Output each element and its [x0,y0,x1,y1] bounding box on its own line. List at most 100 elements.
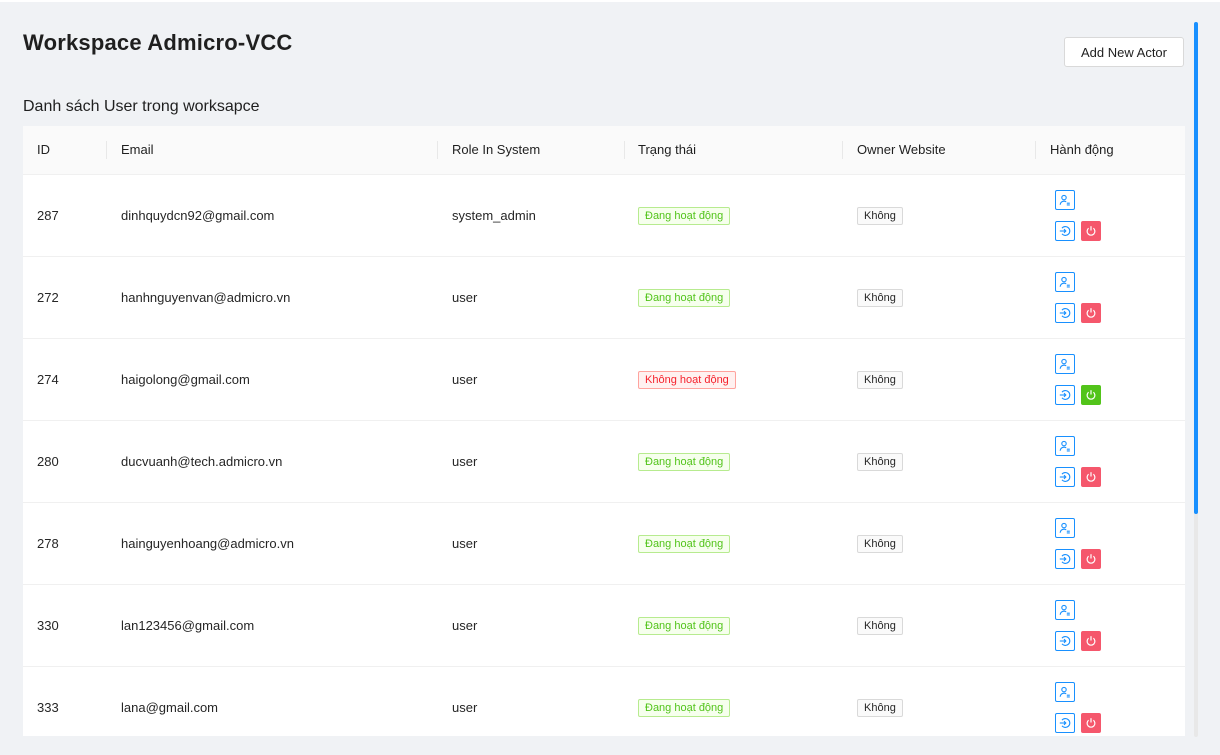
column-divider [842,141,843,159]
column-divider [106,141,107,159]
login-icon [1059,471,1071,483]
row-owner-cell: Không [857,585,903,666]
add-new-actor-button[interactable]: Add New Actor [1064,37,1184,67]
login-as-user-button[interactable] [1055,549,1075,569]
row-email: hanhnguyenvan@admicro.vn [121,290,291,305]
user-edit-icon [1059,522,1071,534]
owner-website-badge: Không [857,698,903,717]
row-id: 333 [37,700,59,715]
login-as-user-button[interactable] [1055,467,1075,487]
login-icon [1059,553,1071,565]
row-role: system_admin [452,208,536,223]
table-row: 278 hainguyenhoang@admicro.vn user Đang hoạ… [23,503,1185,585]
row-email: hainguyenhoang@admicro.vn [121,536,294,551]
row-owner-cell: Không [857,667,903,736]
users-table: ID Email Role In System Trạng thái Owner… [23,126,1185,736]
toggle-user-power-button[interactable] [1081,385,1101,405]
row-owner-cell: Không [857,421,903,502]
power-icon [1085,471,1097,483]
row-actions [1055,257,1115,338]
row-id: 330 [37,618,59,633]
row-owner-cell: Không [857,257,903,338]
login-as-user-button[interactable] [1055,303,1075,323]
status-badge: Đang hoạt động [638,698,731,717]
row-role: user [452,372,478,387]
login-icon [1059,225,1071,237]
page-title: Workspace Admicro-VCC [23,30,293,55]
power-icon [1085,307,1097,319]
toggle-user-power-button[interactable] [1081,713,1101,733]
edit-user-button[interactable] [1055,682,1075,702]
top-border [0,0,1220,2]
login-as-user-button[interactable] [1055,221,1075,241]
row-email: dinhquydcn92@gmail.com [121,208,275,223]
user-edit-icon [1059,276,1071,288]
edit-user-button[interactable] [1055,518,1075,538]
column-header-role: Role In System [452,142,541,157]
row-status-cell: Không hoạt động [638,339,736,420]
table-row: 333 lana@gmail.com user Đang hoạt động Không [23,667,1185,736]
column-divider [1035,141,1036,159]
power-icon [1085,389,1097,401]
row-role: user [452,536,478,551]
table-header: ID Email Role In System Trạng thái Owner… [23,126,1185,175]
login-icon [1059,635,1071,647]
owner-website-badge: Không [857,370,903,389]
toggle-user-power-button[interactable] [1081,549,1101,569]
owner-website-badge: Không [857,288,903,307]
user-edit-icon [1059,440,1071,452]
power-icon [1085,225,1097,237]
row-email: haigolong@gmail.com [121,372,250,387]
owner-website-badge: Không [857,206,903,225]
toggle-user-power-button[interactable] [1081,631,1101,651]
login-as-user-button[interactable] [1055,385,1075,405]
toggle-user-power-button[interactable] [1081,303,1101,323]
toggle-user-power-button[interactable] [1081,467,1101,487]
edit-user-button[interactable] [1055,600,1075,620]
login-as-user-button[interactable] [1055,631,1075,651]
edit-user-button[interactable] [1055,190,1075,210]
edit-user-button[interactable] [1055,354,1075,374]
row-role: user [452,700,478,715]
table-row: 287 dinhquydcn92@gmail.com system_admin Đan… [23,175,1185,257]
row-status-cell: Đang hoạt động [638,421,731,502]
edit-user-button[interactable] [1055,272,1075,292]
column-divider [437,141,438,159]
owner-website-badge: Không [857,452,903,471]
login-icon [1059,717,1071,729]
status-badge: Đang hoạt động [638,534,731,553]
login-as-user-button[interactable] [1055,713,1075,733]
toggle-user-power-button[interactable] [1081,221,1101,241]
power-icon [1085,717,1097,729]
row-status-cell: Đang hoạt động [638,503,731,584]
table-body: 287 dinhquydcn92@gmail.com system_admin Đan… [23,175,1185,736]
column-divider [624,141,625,159]
row-id: 280 [37,454,59,469]
status-badge: Đang hoạt động [638,452,731,471]
user-edit-icon [1059,358,1071,370]
row-email: lana@gmail.com [121,700,219,715]
table-row: 274 haigolong@gmail.com user Không hoạt độn… [23,339,1185,421]
row-actions [1055,339,1115,420]
row-status-cell: Đang hoạt động [638,175,731,256]
owner-website-badge: Không [857,534,903,553]
column-header-actions: Hành động [1050,142,1114,157]
status-badge: Không hoạt động [638,370,736,389]
column-header-id: ID [37,142,50,157]
row-owner-cell: Không [857,339,903,420]
row-email: ducvuanh@tech.admicro.vn [121,454,283,469]
user-edit-icon [1059,194,1071,206]
scrollbar-thumb[interactable] [1194,22,1198,514]
row-role: user [452,290,478,305]
row-actions [1055,175,1115,256]
row-id: 274 [37,372,59,387]
row-role: user [452,618,478,633]
edit-user-button[interactable] [1055,436,1075,456]
row-actions [1055,585,1115,666]
row-email: lan123456@gmail.com [121,618,255,633]
row-actions [1055,503,1115,584]
power-icon [1085,553,1097,565]
row-role: user [452,454,478,469]
column-header-email: Email [121,142,154,157]
owner-website-badge: Không [857,616,903,635]
